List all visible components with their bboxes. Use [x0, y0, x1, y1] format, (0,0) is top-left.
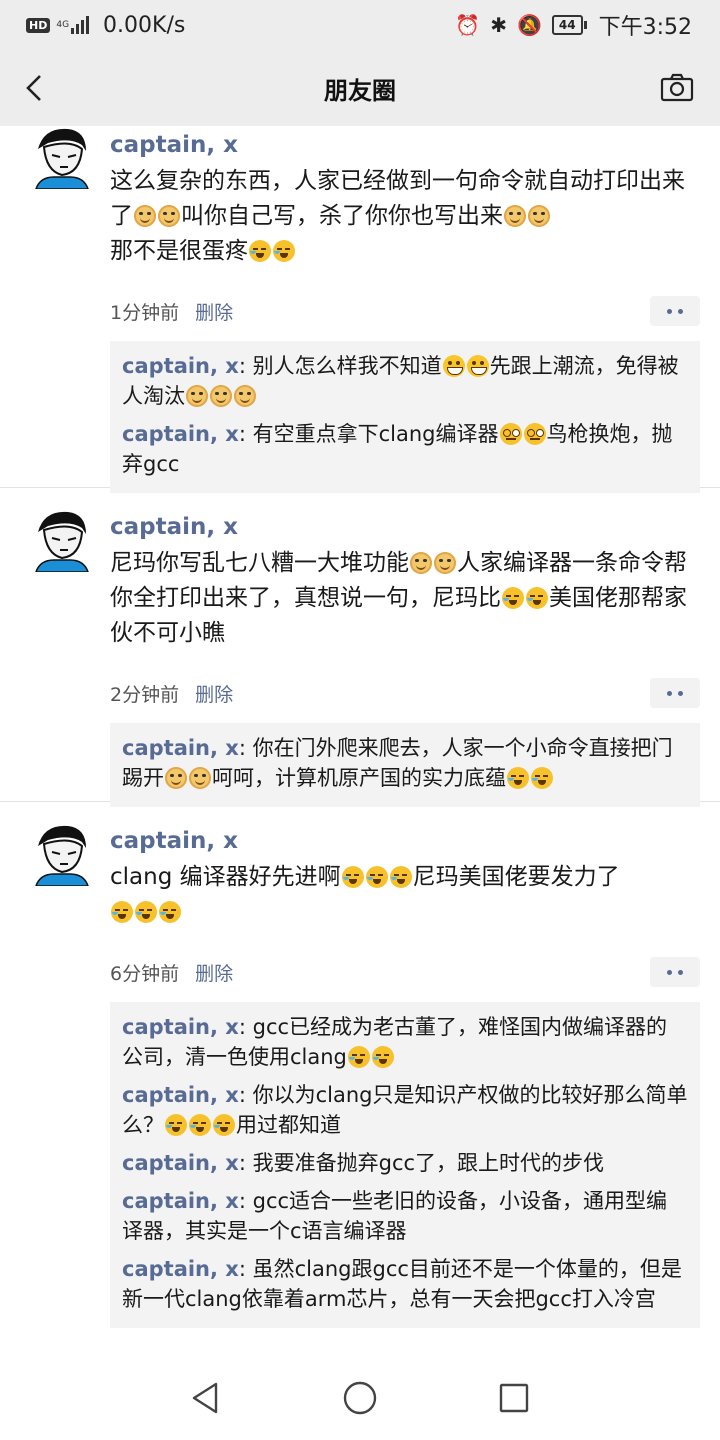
more-actions-button[interactable]	[650, 296, 700, 326]
comment-list: captain, x: 你在门外爬来爬去，人家一个小命令直接把门踢开 呵呵，计算机…	[110, 723, 700, 807]
comment-author[interactable]: captain, x	[122, 422, 239, 446]
battery-icon: 44	[551, 15, 587, 35]
alarm-icon: ⏰	[455, 13, 481, 37]
nerd-emoji-icon	[499, 423, 522, 445]
moment-post: captain, x 尼玛你写乱七八糟一大堆功能 人家编译器一条命令帮你全打印出来…	[0, 488, 720, 807]
laugh-cry-emoji-icon	[213, 1114, 235, 1136]
comment[interactable]: captain, x: 你在门外爬来爬去，人家一个小命令直接把门踢开 呵呵，计算机…	[122, 733, 688, 793]
doge-emoji-icon	[158, 205, 180, 227]
laugh-cry-emoji-icon	[526, 587, 548, 609]
post-author[interactable]: captain, x	[110, 508, 700, 546]
doge-emoji-icon	[434, 552, 456, 574]
laugh-cry-emoji-icon	[249, 240, 271, 262]
avatar[interactable]	[30, 126, 94, 189]
post-time: 1分钟前	[110, 301, 180, 324]
doge-emoji-icon	[504, 205, 526, 227]
comment[interactable]: captain, x: 我要准备抛弃gcc了，跟上时代的步伐	[122, 1148, 688, 1178]
laugh-cry-emoji-icon	[159, 901, 181, 923]
laugh-cry-emoji-icon	[341, 866, 364, 888]
comment[interactable]: captain, x: 你以为clang只是知识产权做的比较好那么简单么？ 用过都…	[122, 1080, 688, 1140]
laugh-cry-emoji-icon	[502, 587, 524, 609]
doge-emoji-icon	[410, 552, 432, 574]
comment-author[interactable]: captain, x	[122, 1083, 239, 1107]
laugh-cry-emoji-icon	[189, 1114, 211, 1136]
clock: 下午3:52	[598, 15, 692, 40]
delete-link[interactable]: 删除	[195, 298, 233, 325]
post-author[interactable]: captain, x	[110, 822, 700, 860]
nerd-emoji-icon	[523, 423, 546, 445]
comment-author[interactable]: captain, x	[122, 736, 239, 760]
avatar[interactable]	[30, 822, 94, 886]
grin-emoji-icon	[466, 355, 489, 377]
doge-emoji-icon	[165, 767, 187, 789]
laugh-cry-emoji-icon	[165, 1114, 187, 1136]
comment[interactable]: captain, x: gcc已经成为老古董了，难怪国内做编译器的公司，清一色使…	[122, 1012, 688, 1072]
comment-list: captain, x: 别人怎么样我不知道 先跟上潮流，免得被人淘汰 captai…	[110, 341, 700, 493]
delete-link[interactable]: 删除	[195, 959, 233, 986]
post-meta: 2分钟前 删除	[110, 673, 700, 713]
laugh-cry-emoji-icon	[135, 901, 157, 923]
post-meta: 1分钟前 删除	[110, 291, 700, 331]
post-text: 这么复杂的东西，人家已经做到一句命令就自动打印出来了 叫你自己写，杀了你你也写出来…	[110, 168, 685, 264]
laugh-cry-emoji-icon	[111, 901, 133, 923]
circle-home-icon[interactable]	[340, 1378, 380, 1418]
laugh-cry-emoji-icon	[531, 767, 553, 789]
square-recent-icon[interactable]	[494, 1378, 534, 1418]
laugh-cry-emoji-icon	[273, 240, 295, 262]
comment-list: captain, x: gcc已经成为老古董了，难怪国内做编译器的公司，清一色使…	[110, 1002, 700, 1328]
triangle-back-icon[interactable]	[186, 1378, 226, 1418]
doge-emoji-icon	[189, 767, 211, 789]
comment-author[interactable]: captain, x	[122, 1257, 239, 1281]
network-speed: 0.00K/s	[103, 12, 186, 38]
post-text: 尼玛你写乱七八糟一大堆功能 人家编译器一条命令帮你全打印出来了，真想说一句，尼玛比…	[110, 550, 687, 646]
laugh-cry-emoji-icon	[347, 1046, 370, 1068]
comment[interactable]: captain, x: gcc适合一些老旧的设备，小设备，通用型编译器，其实是一…	[122, 1186, 688, 1246]
doge-emoji-icon	[186, 385, 208, 407]
delete-link[interactable]: 删除	[195, 680, 233, 707]
hd-badge: HD	[26, 17, 51, 33]
signal-icon	[71, 16, 91, 34]
system-nav-bar	[0, 1360, 720, 1440]
mute-icon: 🔕	[516, 13, 542, 37]
comment-author[interactable]: captain, x	[122, 354, 239, 378]
comment-author[interactable]: captain, x	[122, 1189, 239, 1213]
post-time: 2分钟前	[110, 683, 180, 706]
moment-post: captain, x clang 编译器好先进啊 尼玛美国佬要发力了 6分钟前 删…	[0, 802, 720, 1328]
camera-icon[interactable]	[660, 71, 694, 105]
doge-emoji-icon	[210, 385, 232, 407]
status-bar: HD 4G 0.00K/s ⏰ ✱ 🔕 44 下午3:52	[0, 0, 720, 50]
more-actions-button[interactable]	[650, 678, 700, 708]
network-type: 4G	[56, 19, 70, 30]
title-bar: 朋友圈	[0, 50, 720, 126]
post-meta: 6分钟前 删除	[110, 952, 700, 992]
laugh-cry-emoji-icon	[365, 866, 388, 888]
post-author[interactable]: captain, x	[110, 126, 700, 164]
comment-author[interactable]: captain, x	[122, 1151, 239, 1175]
back-chevron-icon[interactable]	[18, 70, 54, 106]
grin-emoji-icon	[442, 355, 465, 377]
laugh-cry-emoji-icon	[371, 1046, 394, 1068]
post-text: clang 编译器好先进啊 尼玛美国佬要发力了	[110, 860, 700, 930]
bluetooth-icon: ✱	[490, 13, 507, 37]
laugh-cry-emoji-icon	[389, 866, 412, 888]
battery-level: 44	[551, 15, 583, 35]
more-actions-button[interactable]	[650, 957, 700, 987]
laugh-cry-emoji-icon	[507, 767, 529, 789]
doge-emoji-icon	[134, 205, 156, 227]
avatar[interactable]	[30, 508, 94, 572]
comment[interactable]: captain, x: 虽然clang跟gcc目前还不是一个体量的，但是新一代c…	[122, 1254, 688, 1314]
comment[interactable]: captain, x: 有空重点拿下clang编译器 鸟枪换炮，抛弃gcc	[122, 419, 688, 479]
moment-post: captain, x 这么复杂的东西，人家已经做到一句命令就自动打印出来了 叫你自…	[0, 126, 720, 493]
page-title: 朋友圈	[324, 76, 396, 105]
doge-emoji-icon	[234, 385, 256, 407]
comment-author[interactable]: captain, x	[122, 1015, 239, 1039]
post-time: 6分钟前	[110, 962, 180, 985]
doge-emoji-icon	[528, 205, 550, 227]
moments-feed[interactable]: captain, x 这么复杂的东西，人家已经做到一句命令就自动打印出来了 叫你自…	[0, 126, 720, 1360]
comment[interactable]: captain, x: 别人怎么样我不知道 先跟上潮流，免得被人淘汰	[122, 351, 688, 411]
